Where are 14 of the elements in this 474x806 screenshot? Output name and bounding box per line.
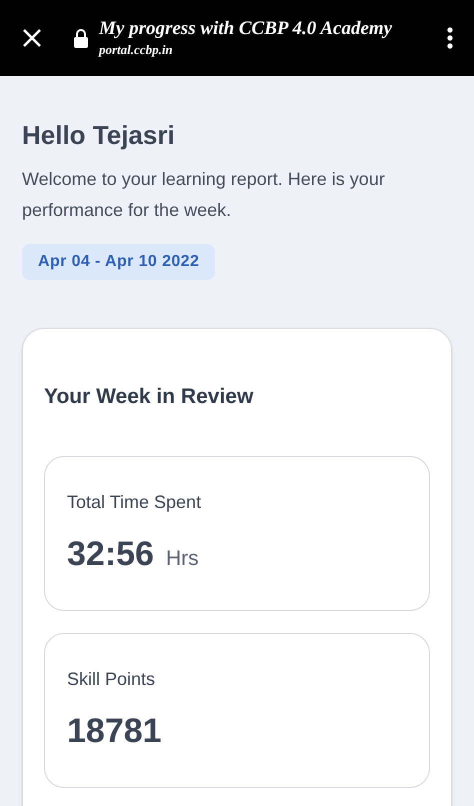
stat-value: 18781 (67, 711, 162, 751)
close-icon (22, 28, 42, 48)
more-options-icon (447, 27, 453, 49)
intro-text: Welcome to your learning report. Here is your performance for the week. (22, 168, 386, 222)
stat-label: Total Time Spent (67, 491, 202, 514)
date-range-badge: Apr 04 - Apr 10 2022 (22, 244, 216, 280)
stat-unit: Hrs (166, 546, 199, 572)
review-title: Your Week in Review (44, 384, 254, 410)
page-title: My progress with CCBP 4.0 Academy (99, 17, 394, 41)
stat-label: Skill Points (67, 668, 156, 691)
stat-value: 32:56 (67, 534, 154, 574)
lock-icon (73, 28, 89, 48)
greeting-heading: Hello Tejasri (22, 119, 176, 152)
page-url: portal.ccbp.in (99, 41, 174, 59)
